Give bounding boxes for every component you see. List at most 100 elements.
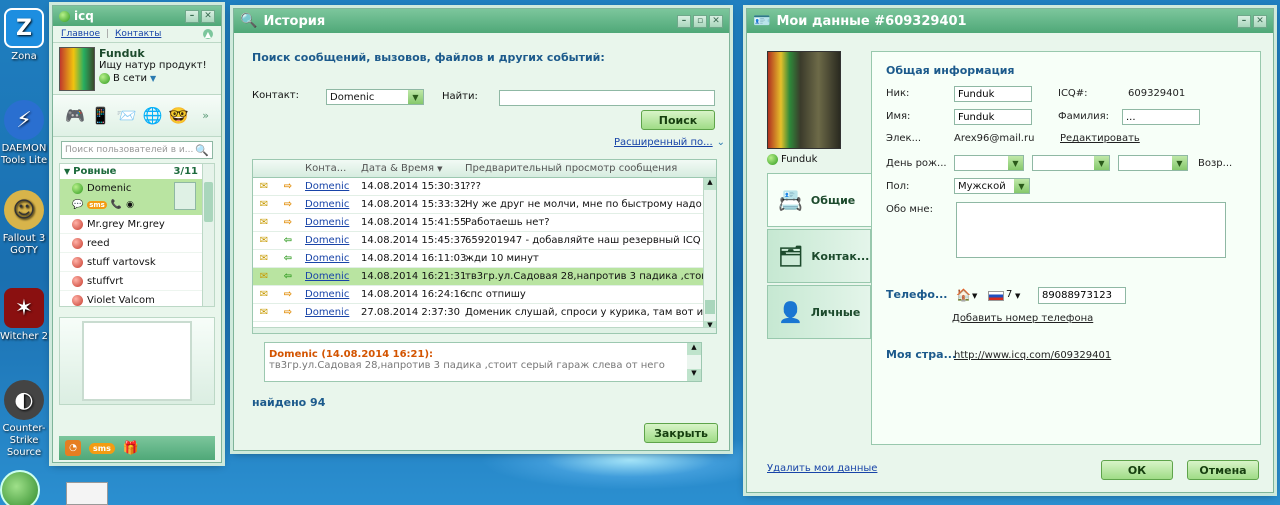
contact-item[interactable]: Mr.grey Mr.grey [60,215,214,234]
header-dir[interactable] [275,163,301,174]
table-row[interactable]: ✉ ⇨ Domenic 27.08.2014 2:37:30 Доменик слуша… [253,304,716,322]
table-row[interactable]: ✉ ⇨ Domenic 14.08.2014 15:30:31??? [253,178,716,196]
header-type[interactable] [253,163,275,174]
nav-contacts-link[interactable]: Контакты [115,29,161,39]
icq-titlebar[interactable]: icq – ✕ [53,6,221,26]
row-contact-link[interactable]: Domenic [305,217,349,228]
minimize-button[interactable]: – [185,9,199,23]
rss-icon[interactable]: ◔ [65,440,81,456]
header-preview[interactable]: Предварительный просмотр сообщения [461,163,716,174]
contact-item-selected[interactable]: Domenic 💬 sms 📞 ◉ [60,179,214,215]
contact-select[interactable]: Domenic ▼ [326,89,424,105]
minimize-button[interactable]: – [677,14,691,28]
table-row[interactable]: ✉ ⇦ Domenic 14.08.2014 16:11:03 жди 10 минут [253,250,716,268]
contact-item[interactable]: stuffvrt [60,272,214,291]
birth-year-select[interactable]: ▼ [1118,155,1188,171]
advanced-search-link[interactable]: Расширенный по... ⌄ [614,137,725,148]
avatar-app-icon[interactable]: 🤓 [169,106,189,125]
tab-personal[interactable]: 👤 Личные [767,285,871,339]
sms-icon[interactable]: sms [87,201,107,209]
profile-avatar[interactable] [59,47,95,91]
row-contact-link[interactable]: Domenic [305,307,349,318]
desktop-icon-daemon-tools[interactable]: ⚡ DAEMON Tools Lite [0,100,48,167]
close-button[interactable]: ✕ [709,14,723,28]
scrollbar-thumb[interactable] [705,300,715,314]
contact-search-field[interactable]: Поиск пользователей в и... 🔍 [61,141,213,159]
contact-list-scrollbar[interactable] [202,164,214,306]
close-history-button[interactable]: Закрыть [644,423,718,443]
mail-icon[interactable]: 📨 [117,106,137,125]
video-call-icon[interactable]: ◉ [126,200,134,210]
scroll-up-icon[interactable]: ▲ [704,178,716,190]
home-phone-icon[interactable]: 🏠 [956,288,971,302]
ok-button[interactable]: ОК [1101,460,1173,480]
scroll-up-icon[interactable]: ▲ [687,343,701,355]
desktop-icon-zona[interactable]: Z Zona [0,8,48,62]
nick-field[interactable] [954,86,1032,102]
close-button[interactable]: ✕ [201,9,215,23]
header-datetime[interactable]: Дата & Время ▼ [357,163,461,174]
mydata-titlebar[interactable]: 🪪 Мои данные #609329401 – ✕ [747,9,1273,33]
contact-item[interactable]: Violet Valcom [60,291,214,306]
row-contact-link[interactable]: Domenic [305,235,349,246]
russia-flag-icon[interactable] [988,291,1004,301]
table-row[interactable]: ✉ ⇦ Domenic 14.08.2014 15:45:37 659201947 - … [253,232,716,250]
cancel-button[interactable]: Отмена [1187,460,1259,480]
table-scrollbar[interactable]: ▲ ▼ [703,178,716,333]
start-orb-icon[interactable] [0,470,40,505]
chevron-down-icon[interactable]: ▼ [1015,292,1020,300]
scrollbar-thumb[interactable] [204,182,213,222]
search-icon[interactable]: 🔍 [195,144,209,157]
mydata-avatar[interactable] [767,51,841,149]
contact-item[interactable]: stuff vartovsk [60,253,214,272]
search-button[interactable]: Поиск [641,110,715,130]
status-dropdown[interactable]: В сети ▼ [99,73,207,84]
delete-data-link[interactable]: Удалить мои данные [767,463,877,474]
row-contact-link[interactable]: Domenic [305,271,349,282]
collapse-icon[interactable]: ▲ [203,29,213,39]
gender-select[interactable]: Мужской ▼ [954,178,1030,194]
header-contact[interactable]: Конта... [301,163,357,174]
group-header[interactable]: ▼ Ровные 3/11 [60,164,214,179]
ad-banner-frame[interactable] [82,321,192,401]
minimize-button[interactable]: – [1237,14,1251,28]
surname-field[interactable] [1122,109,1200,125]
search-input[interactable]: Поиск пользователей в и... [65,145,195,155]
history-titlebar[interactable]: 🔍 История – ▫ ✕ [234,9,729,33]
desktop-icon-counter-strike[interactable]: ◐ Counter-Strike Source [0,380,48,459]
history-window[interactable]: 🔍 История – ▫ ✕ Поиск сообщений, вызовов… [233,8,730,451]
phone-field[interactable] [1038,287,1126,304]
call-icon[interactable]: 📞 [111,200,122,210]
name-field[interactable] [954,109,1032,125]
maximize-button[interactable]: ▫ [693,14,707,28]
scroll-down-icon[interactable]: ▼ [687,369,701,381]
mypage-link[interactable]: http://www.icq.com/609329401 [954,350,1111,361]
phone-app-icon[interactable]: 📱 [91,106,111,125]
edit-email-link[interactable]: Редактировать [1060,133,1140,144]
table-row[interactable]: ✉ ⇦ Domenic 14.08.2014 16:21:31 тв3гр.ул.Сад… [253,268,716,286]
nav-main-link[interactable]: Главное [61,29,100,39]
table-row[interactable]: ✉ ⇨ Domenic 14.08.2014 15:41:55 Работаешь не… [253,214,716,232]
table-row[interactable]: ✉ ⇨ Domenic 14.08.2014 16:24:16 спс отпишу [253,286,716,304]
close-button[interactable]: ✕ [1253,14,1267,28]
chevron-down-icon[interactable]: ▼ [972,292,977,300]
globe-icon[interactable]: 🌐 [143,106,163,125]
more-apps-icon[interactable]: » [202,109,209,122]
profile-status-message[interactable]: Ищу натур продукт! [99,60,207,71]
desktop-icon-witcher2[interactable]: ✶ Witcher 2 [0,288,48,342]
find-input[interactable] [499,90,715,106]
icq-contact-list-window[interactable]: icq – ✕ Главное | Контакты ▲ Funduk Ищу … [52,5,222,463]
birth-day-select[interactable]: ▼ [954,155,1024,171]
row-contact-link[interactable]: Domenic [305,289,349,300]
row-contact-link[interactable]: Domenic [305,253,349,264]
sms-button-icon[interactable]: sms [89,442,115,454]
games-icon[interactable]: 🎮 [65,106,85,125]
about-field[interactable] [956,202,1226,258]
table-row[interactable]: ✉ ⇨ Domenic 14.08.2014 15:33:32 Ну же друг н… [253,196,716,214]
my-data-window[interactable]: 🪪 Мои данные #609329401 – ✕ Funduk 📇 Общ… [746,8,1274,493]
tab-general[interactable]: 📇 Общие [767,173,871,227]
row-contact-link[interactable]: Domenic [305,181,349,192]
tab-contacts[interactable]: 🗂 Контак... [767,229,871,283]
contact-item[interactable]: reed [60,234,214,253]
row-contact-link[interactable]: Domenic [305,199,349,210]
